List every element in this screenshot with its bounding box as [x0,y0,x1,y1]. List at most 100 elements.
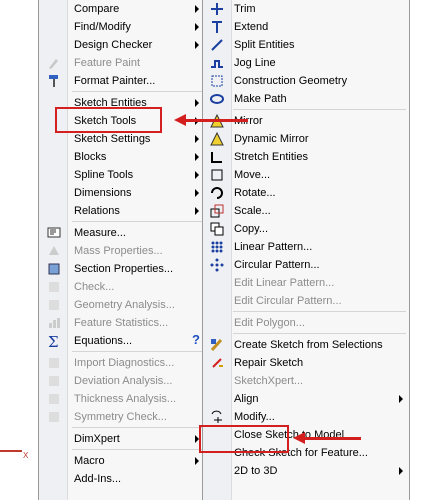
deviation-analysis-icon [46,373,62,389]
menu-item-label: SketchXpert... [234,375,304,387]
construction-geometry-icon [209,73,225,89]
menu-item-make-path[interactable]: Make Path [203,90,409,108]
rotate-icon [209,185,225,201]
menu-item-design-checker[interactable]: Design Checker [39,36,205,54]
menu-item-label: Trim [234,3,256,15]
menu-item-label: Align [234,393,259,405]
menu-separator [72,351,202,352]
menu-item-label: Measure... [74,227,126,239]
equations-icon: Σ [46,333,62,351]
mass-properties-icon [46,243,62,259]
menu-separator [233,333,406,334]
menu-item-label: Dimensions [74,187,132,199]
menu-item-scale[interactable]: Scale... [203,202,409,220]
modify-highlight-box [199,425,289,453]
feature-statistics-icon [46,315,62,331]
menu-item-dimxpert[interactable]: DimXpert [39,430,205,448]
menu-item-label: Create Sketch from Selections [234,339,383,351]
canvas-background [0,0,38,500]
menu-item-geometry-analysis: Geometry Analysis... [39,296,205,314]
repair-sketch-icon [209,355,225,371]
menu-item-rotate[interactable]: Rotate... [203,184,409,202]
linear-pattern-icon [209,239,225,255]
menu-item-construction-geometry[interactable]: Construction Geometry [203,72,409,90]
submenu-arrow-icon [195,135,199,143]
submenu-arrow-icon [399,395,403,403]
menu-item-label: DimXpert [74,433,120,445]
menu-item-label: Feature Statistics... [74,317,169,329]
menu-item-label: Modify... [234,411,275,423]
make-path-icon [209,91,225,107]
submenu-arrow-icon [195,171,199,179]
menu-item-move[interactable]: Move... [203,166,409,184]
submenu-arrow-icon [195,41,199,49]
check-icon [46,279,62,295]
menu-item-check: Check... [39,278,205,296]
menu-item-format-painter[interactable]: Format Painter... [39,72,205,90]
menu-item-compare[interactable]: Compare [39,0,205,18]
menu-separator [233,311,406,312]
menu-item-modify[interactable]: Modify... [203,408,409,426]
trim-icon [209,1,225,17]
menu-item-find-modify[interactable]: Find/Modify [39,18,205,36]
menu-item-dynamic-mirror[interactable]: Dynamic Mirror [203,130,409,148]
modify-icon [209,409,225,425]
menu-item-relations[interactable]: Relations [39,202,205,220]
menu-item-import-diagnostics: Import Diagnostics... [39,354,205,372]
menu-item-trim[interactable]: Trim [203,0,409,18]
move-icon [209,167,225,183]
menu-item-circular-pattern[interactable]: Circular Pattern... [203,256,409,274]
menu-item-label: Mass Properties... [74,245,163,257]
menu-item-label: Sketch Settings [74,133,151,145]
menu-item-label: Geometry Analysis... [74,299,175,311]
menu-item-linear-pattern[interactable]: Linear Pattern... [203,238,409,256]
menu-item-feature-statistics: Feature Statistics... [39,314,205,332]
thickness-analysis-icon [46,391,62,407]
menu-item-extend[interactable]: Extend [203,18,409,36]
menu-item-edit-linear-pattern: Edit Linear Pattern... [203,274,409,292]
menu-item-label: Circular Pattern... [234,259,320,271]
menu-item-label: Format Painter... [74,75,156,87]
menu-item-mass-properties: Mass Properties... [39,242,205,260]
menu-item-equations[interactable]: Σ Equations...? [39,332,205,351]
menu-item-copy[interactable]: Copy... [203,220,409,238]
menu-item-label: Make Path [234,93,287,105]
menu-item-add-ins[interactable]: Add-Ins... [39,470,205,488]
menu-item-symmetry-check: Symmetry Check... [39,408,205,426]
menu-item-create-sketch-from-selections[interactable]: Create Sketch from Selections [203,336,409,354]
sketch-tools-highlight-box [55,107,162,133]
jog-line-icon [209,55,225,71]
submenu-arrow-icon [195,99,199,107]
menu-item-label: Feature Paint [74,57,141,69]
section-properties-icon [46,261,62,277]
menu-item-jog-line[interactable]: Jog Line [203,54,409,72]
menu-item-label: Dynamic Mirror [234,133,309,145]
menu-item-label: Blocks [74,151,107,163]
menu-item-align[interactable]: Align [203,390,409,408]
menu-item-repair-sketch[interactable]: Repair Sketch [203,354,409,372]
menu-item-label: Design Checker [74,39,153,51]
submenu-arrow-icon [195,5,199,13]
menu-item-section-properties[interactable]: Section Properties... [39,260,205,278]
menu-item-2d-to-3d[interactable]: 2D to 3D [203,462,409,480]
dynamic-mirror-icon [209,131,225,147]
copy-icon [209,221,225,237]
menu-separator [72,221,202,222]
menu-item-label: Macro [74,455,105,467]
menu-item-label: Jog Line [234,57,276,69]
menu-item-label: Construction Geometry [234,75,348,87]
menu-separator [72,427,202,428]
menu-item-spline-tools[interactable]: Spline Tools [39,166,205,184]
menu-item-stretch-entities[interactable]: Stretch Entities [203,148,409,166]
menu-item-macro[interactable]: Macro [39,452,205,470]
submenu-arrow-icon [399,467,403,475]
menu-item-measure[interactable]: Measure... [39,224,205,242]
menu-item-dimensions[interactable]: Dimensions [39,184,205,202]
help-icon[interactable]: ? [192,332,200,347]
axis-marker [0,450,22,452]
menu-separator [233,109,406,110]
menu-item-label: Linear Pattern... [234,241,313,253]
menu-item-blocks[interactable]: Blocks [39,148,205,166]
format-painter-icon [46,73,62,89]
menu-item-split-entities[interactable]: Split Entities [203,36,409,54]
